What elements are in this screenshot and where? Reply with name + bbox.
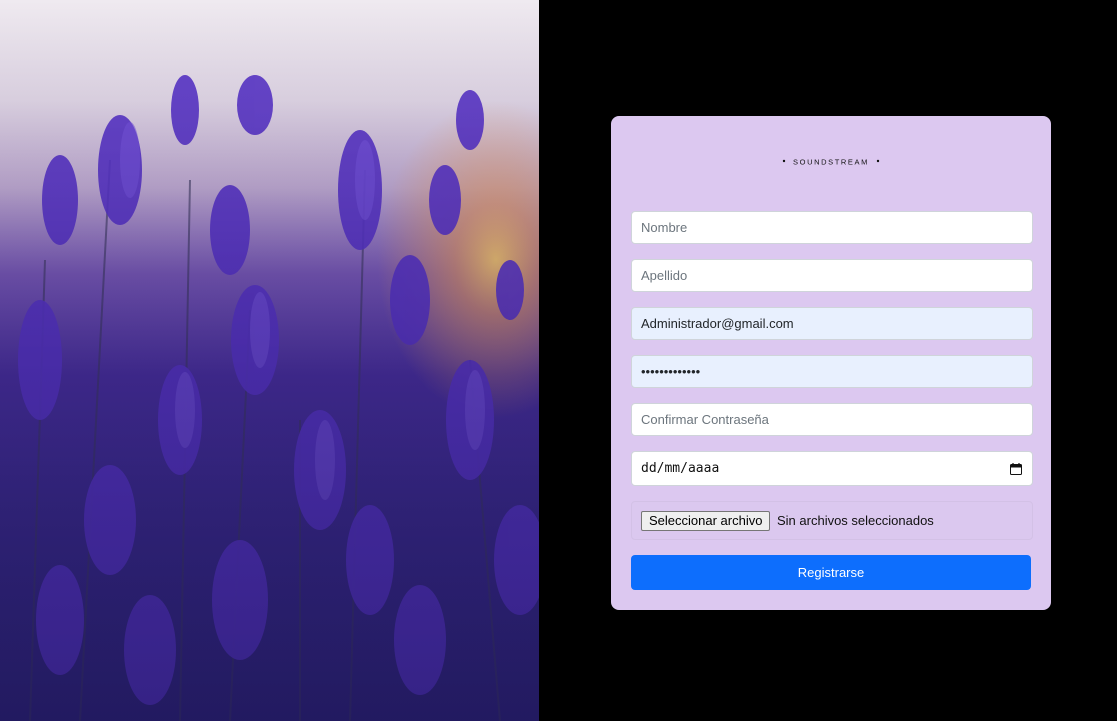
logo-wordmark: SOUNDSTREAM — [793, 158, 869, 167]
registration-page: SOUNDSTREAM dd/mm/aaaa — [0, 0, 1117, 721]
email-input[interactable] — [631, 307, 1033, 340]
registration-card: SOUNDSTREAM dd/mm/aaaa — [611, 116, 1051, 610]
confirm-password-input[interactable] — [631, 403, 1033, 436]
file-status-text: Sin archivos seleccionados — [777, 513, 934, 528]
lavender-background-image — [0, 0, 539, 721]
date-placeholder: dd/mm/aaaa — [641, 461, 720, 476]
choose-file-button[interactable]: Seleccionar archivo — [641, 511, 771, 531]
file-upload-field: Seleccionar archivo Sin archivos selecci… — [631, 501, 1033, 540]
register-button[interactable]: Registrarse — [631, 555, 1031, 590]
nombre-input[interactable] — [631, 211, 1033, 244]
password-input[interactable] — [631, 355, 1033, 388]
calendar-icon[interactable] — [1010, 462, 1022, 475]
birth-date-input[interactable]: dd/mm/aaaa — [631, 451, 1033, 486]
apellido-input[interactable] — [631, 259, 1033, 292]
form-panel: SOUNDSTREAM dd/mm/aaaa — [539, 0, 1117, 721]
soundstream-logo: SOUNDSTREAM — [781, 136, 881, 186]
